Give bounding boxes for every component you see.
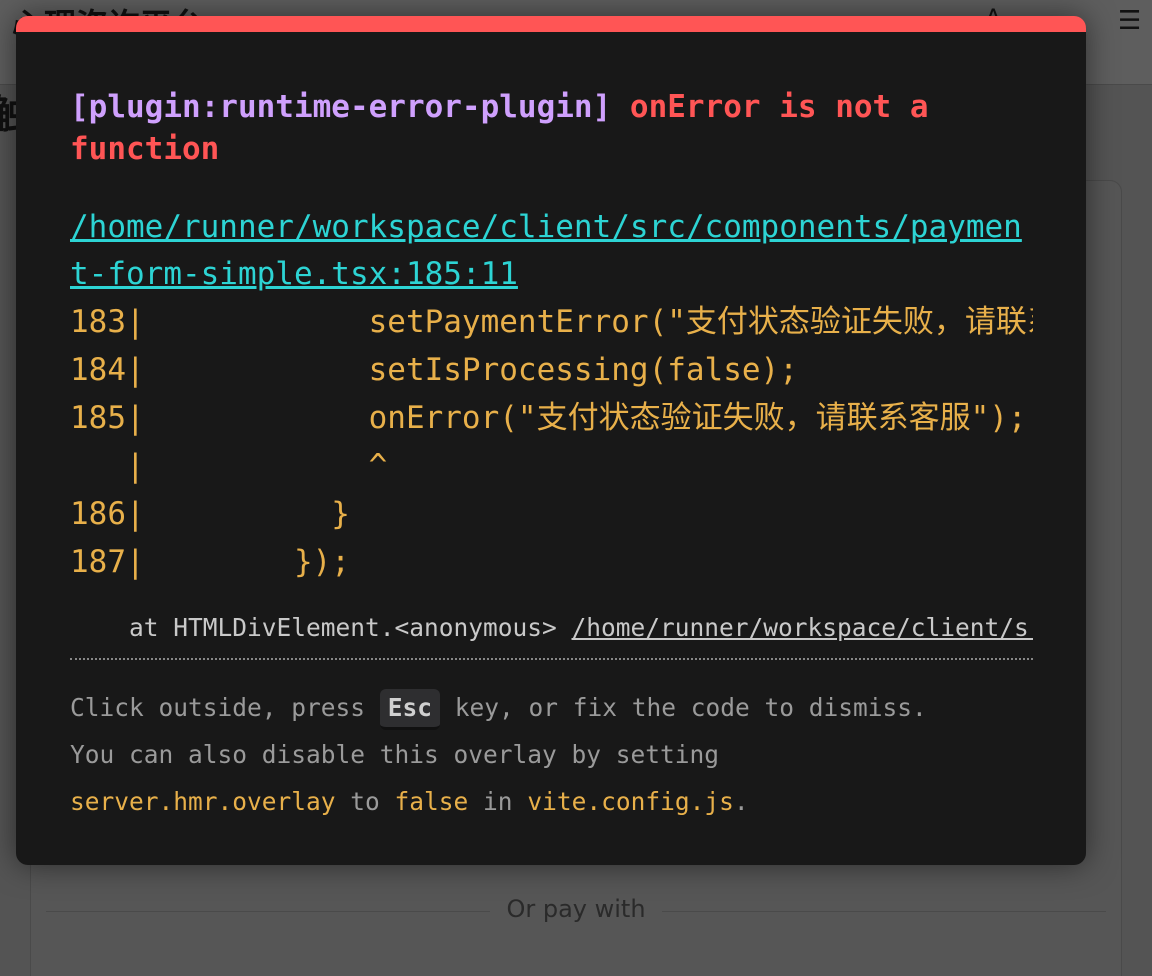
error-file-link[interactable]: /home/runner/workspace/client/src/compon…: [70, 204, 1033, 298]
dismiss-tip: Click outside, press Esc key, or fix the…: [70, 684, 1033, 825]
tip-text: to: [335, 787, 395, 816]
config-value: false: [394, 787, 469, 816]
code-line: 186| }: [70, 496, 350, 532]
code-frame: 183| setPaymentError("支付状态验证失败，请联系客服"); …: [70, 298, 1033, 586]
stack-trace: at HTMLDivElement.<anonymous> /home/runn…: [70, 612, 1033, 644]
tip-text: You can also disable this overlay by set…: [70, 740, 720, 769]
error-overlay: [plugin:runtime-error-plugin] onError is…: [16, 16, 1086, 865]
config-key: server.hmr.overlay: [70, 787, 336, 816]
code-line: 184| setIsProcessing(false);: [70, 352, 798, 388]
or-pay-with-label: Or pay with: [490, 895, 662, 923]
esc-key: Esc: [379, 688, 441, 730]
code-line: 187| });: [70, 544, 350, 580]
code-line: | ^: [70, 448, 388, 484]
tip-text: .: [733, 787, 749, 816]
plugin-name: [plugin:runtime-error-plugin]: [70, 89, 612, 125]
error-message: [plugin:runtime-error-plugin] onError is…: [70, 32, 970, 170]
tip-text: in: [468, 787, 528, 816]
separator: [70, 658, 1033, 660]
menu-icon[interactable]: ☰: [1118, 6, 1141, 36]
config-file: vite.config.js: [527, 787, 734, 816]
code-line: 183| setPaymentError("支付状态验证失败，请联系客服");: [70, 304, 1033, 340]
stack-prefix: at HTMLDivElement.<anonymous>: [70, 613, 572, 642]
code-line: 185| onError("支付状态验证失败，请联系客服");: [70, 400, 1027, 436]
tip-text: Click outside, press: [70, 693, 380, 722]
stack-link[interactable]: /home/runner/workspace/client/src/compon…: [572, 613, 1033, 642]
tip-text: key, or fix the code to dismiss.: [440, 693, 927, 722]
